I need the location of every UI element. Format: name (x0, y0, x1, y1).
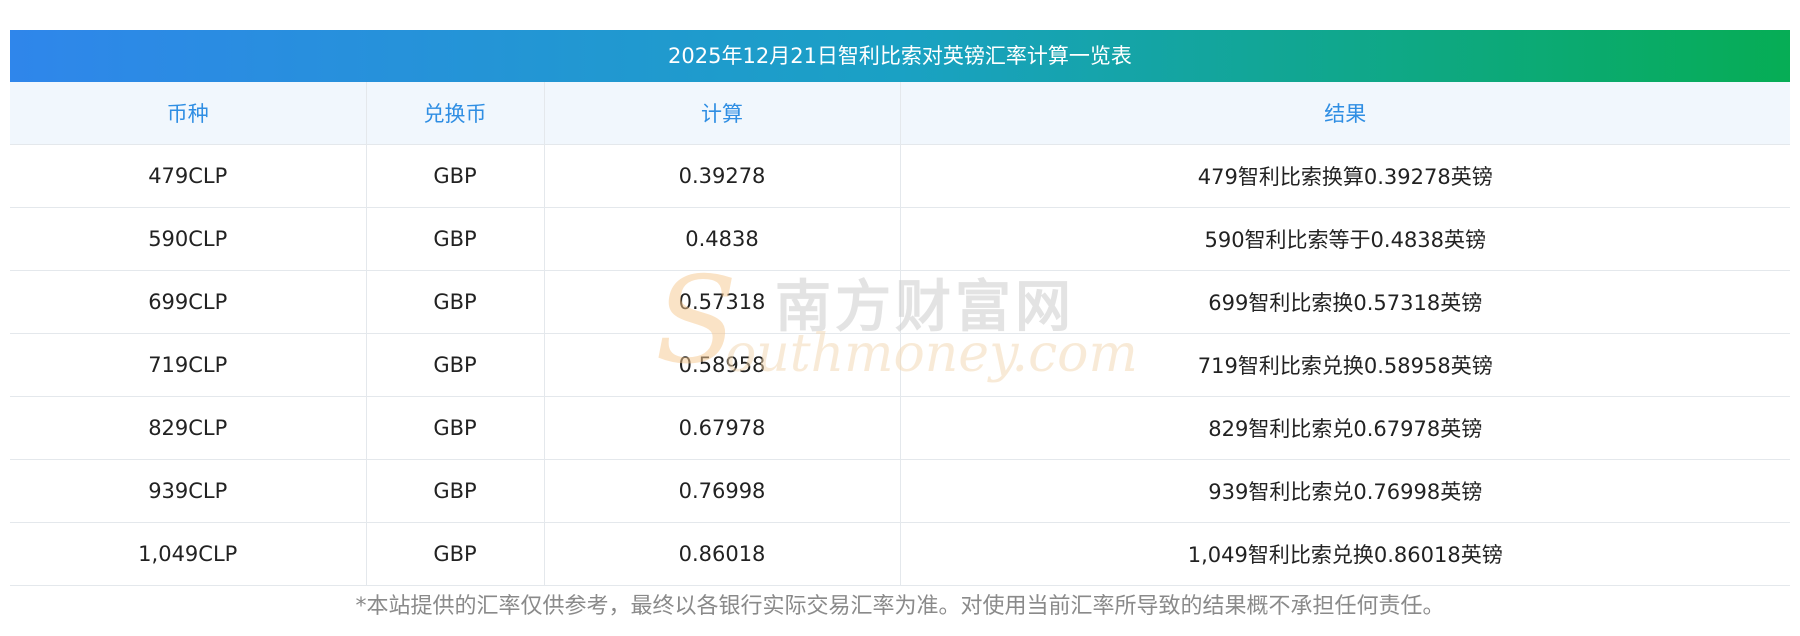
cell-value: 0.57318 (544, 270, 901, 334)
table-row: 699CLP GBP 0.57318 699智利比索换0.57318英镑 (10, 270, 1790, 334)
disclaimer-footnote: *本站提供的汇率仅供参考，最终以各银行实际交易汇率为准。对使用当前汇率所导致的结… (355, 594, 1445, 619)
column-header-calc: 计算 (544, 82, 901, 145)
table-row: 939CLP GBP 0.76998 939智利比索兑0.76998英镑 (10, 459, 1790, 523)
cell-value: 0.67978 (544, 396, 901, 460)
cell-result: 1,049智利比索兑换0.86018英镑 (900, 522, 1790, 586)
cell-value: 0.4838 (544, 207, 901, 271)
cell-value: 0.58958 (544, 333, 901, 397)
cell-result: 590智利比索等于0.4838英镑 (900, 207, 1790, 271)
cell-result: 719智利比索兑换0.58958英镑 (900, 333, 1790, 397)
cell-currency: 939CLP (10, 459, 367, 523)
cell-result: 479智利比索换算0.39278英镑 (900, 144, 1790, 208)
cell-target: GBP (366, 270, 545, 334)
cell-value: 0.86018 (544, 522, 901, 586)
table-row: 479CLP GBP 0.39278 479智利比索换算0.39278英镑 (10, 144, 1790, 208)
cell-target: GBP (366, 459, 545, 523)
cell-result: 829智利比索兑0.67978英镑 (900, 396, 1790, 460)
cell-currency: 719CLP (10, 333, 367, 397)
cell-target: GBP (366, 396, 545, 460)
column-header-target: 兑换币 (366, 82, 545, 145)
cell-value: 0.39278 (544, 144, 901, 208)
cell-currency: 829CLP (10, 396, 367, 460)
cell-target: GBP (366, 522, 545, 586)
rate-table: 币种 兑换币 计算 结果 479CLP GBP 0.39278 479智利比索换… (10, 82, 1790, 586)
column-header-currency: 币种 (10, 82, 367, 145)
cell-target: GBP (366, 333, 545, 397)
cell-value: 0.76998 (544, 459, 901, 523)
cell-target: GBP (366, 144, 545, 208)
table-row: 829CLP GBP 0.67978 829智利比索兑0.67978英镑 (10, 396, 1790, 460)
cell-result: 699智利比索换0.57318英镑 (900, 270, 1790, 334)
table-row: 719CLP GBP 0.58958 719智利比索兑换0.58958英镑 (10, 333, 1790, 397)
cell-currency: 590CLP (10, 207, 367, 271)
table-row: 1,049CLP GBP 0.86018 1,049智利比索兑换0.86018英… (10, 522, 1790, 586)
cell-currency: 479CLP (10, 144, 367, 208)
column-header-result: 结果 (900, 82, 1790, 145)
table-title: 2025年12月21日智利比索对英镑汇率计算一览表 (10, 30, 1790, 82)
rate-table-container: 2025年12月21日智利比索对英镑汇率计算一览表 币种 兑换币 计算 结果 4… (10, 30, 1790, 586)
cell-target: GBP (366, 207, 545, 271)
cell-result: 939智利比索兑0.76998英镑 (900, 459, 1790, 523)
table-row: 590CLP GBP 0.4838 590智利比索等于0.4838英镑 (10, 207, 1790, 271)
table-header-row: 币种 兑换币 计算 结果 (10, 82, 1790, 145)
cell-currency: 699CLP (10, 270, 367, 334)
cell-currency: 1,049CLP (10, 522, 367, 586)
